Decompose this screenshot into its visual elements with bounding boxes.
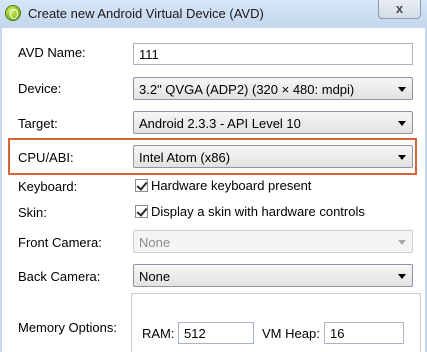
keyboard-checkbox-label: Hardware keyboard present [151,178,312,193]
front-camera-select: None [133,230,413,253]
target-select[interactable]: Android 2.3.3 - API Level 10 [133,111,413,134]
device-label: Device: [18,81,62,96]
front-camera-label: Front Camera: [18,235,102,250]
keyboard-label: Keyboard: [18,179,78,194]
back-camera-value: None [139,269,171,284]
chevron-down-icon [398,121,406,126]
chevron-down-icon [398,87,406,92]
close-button[interactable]: x [378,0,421,19]
back-camera-select[interactable]: None [133,264,413,287]
target-value: Android 2.3.3 - API Level 10 [139,116,301,131]
cpu-abi-label: CPU/ABI: [18,150,74,165]
skin-checkbox[interactable] [135,205,148,218]
ram-label: RAM: [142,326,175,341]
dialog-content: AVD Name: Device: 3.2" QVGA (ADP2) (320 … [2,28,425,352]
memory-options-group: RAM: VM Heap: [131,293,421,352]
device-select[interactable]: 3.2" QVGA (ADP2) (320 × 480: mdpi) [133,77,413,100]
cpu-abi-value: Intel Atom (x86) [139,150,231,165]
chevron-down-icon [398,274,406,279]
front-camera-value: None [139,235,171,250]
chevron-down-icon [398,155,406,160]
avd-name-input[interactable] [133,43,413,65]
back-camera-label: Back Camera: [18,269,101,284]
vm-heap-label: VM Heap: [262,326,320,341]
chevron-down-icon [398,240,406,245]
vm-heap-input[interactable] [324,322,404,344]
skin-checkbox-row[interactable]: Display a skin with hardware controls [135,204,365,219]
memory-options-label: Memory Options: [18,320,117,335]
keyboard-checkbox-row[interactable]: Hardware keyboard present [135,178,311,193]
keyboard-checkbox[interactable] [135,179,148,192]
title-bar: Create new Android Virtual Device (AVD) … [0,0,427,28]
ram-input[interactable] [178,322,254,344]
window-title: Create new Android Virtual Device (AVD) [28,6,264,21]
android-app-icon [5,5,21,21]
skin-label: Skin: [18,205,47,220]
cpu-abi-select[interactable]: Intel Atom (x86) [133,145,413,168]
device-value: 3.2" QVGA (ADP2) (320 × 480: mdpi) [139,82,355,97]
skin-checkbox-label: Display a skin with hardware controls [151,204,365,219]
target-label: Target: [18,116,58,131]
avd-name-label: AVD Name: [18,45,86,60]
